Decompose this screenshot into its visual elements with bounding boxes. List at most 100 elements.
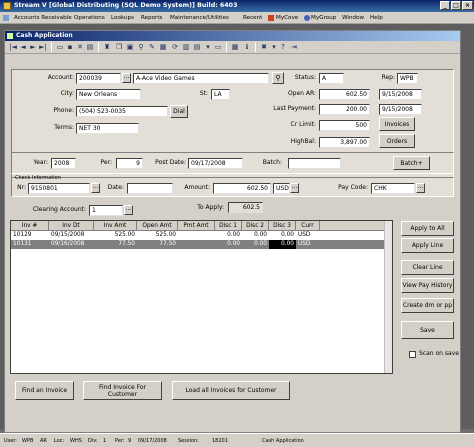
check-date-field[interactable] [127,183,173,194]
menu-operations[interactable]: Operations [74,12,105,24]
help-icon[interactable]: ? [279,43,287,51]
column-header-inv-date[interactable]: Inv Dt [49,221,94,231]
create-dm-pp-button[interactable]: Create dm or pp [401,298,454,313]
find-icon[interactable]: ♜ [103,43,111,51]
pay-code-lookup-button[interactable]: ... [416,183,425,193]
inv-number-cell[interactable]: 10131 [11,240,49,249]
menu-maintenance-utilities[interactable]: Maintenance/Utilities [170,12,229,24]
menu-mygroup[interactable]: MyGroup [311,12,336,24]
paste-icon[interactable]: ▣ [126,43,134,51]
menu-window[interactable]: Window [342,12,364,24]
table-row[interactable]: 10129 09/15/2008 525.00 525.00 0.00 0.00… [11,231,392,240]
pmt-amt-cell[interactable] [178,231,215,240]
grid-scrollbar[interactable] [384,221,392,373]
column-header-disc3[interactable]: Disc 3 [269,221,296,231]
post-date-field[interactable]: 09/17/2008 [188,158,243,169]
search-icon[interactable]: ⚲ [137,43,145,51]
menu-lookups[interactable]: Lookups [111,12,134,24]
tools-icon[interactable]: ✖ [260,43,268,51]
apply-to-all-button[interactable]: Apply to All [401,221,454,236]
first-record-icon[interactable]: |◄ [9,43,17,51]
apply-line-button[interactable]: Apply Line [401,238,454,253]
check-nr-field[interactable]: 9150801 [28,183,90,194]
refresh-icon[interactable]: ⟳ [171,43,179,51]
pmt-amt-cell[interactable] [178,240,215,249]
column-header-disc2[interactable]: Disc 2 [242,221,269,231]
disc2-cell[interactable]: 0.00 [242,240,269,249]
copy-icon[interactable]: ❐ [115,43,123,51]
disc3-cell-selected[interactable]: 0.00 [269,240,296,249]
open-amt-cell[interactable]: 77.50 [137,240,178,249]
currency-field[interactable]: USD [273,183,290,194]
batch-plus-button[interactable]: Batch+ [393,156,430,170]
disc2-cell[interactable]: 0.00 [242,231,269,240]
currency-cell[interactable]: USD [296,231,320,240]
status-field[interactable]: A [319,73,344,84]
menu-mycove[interactable]: MyCove [276,12,298,24]
terms-field[interactable]: NET 30 [76,123,139,134]
menu-reports[interactable]: Reports [141,12,162,24]
exit-icon[interactable]: ⇥ [290,43,298,51]
customer-name-field[interactable]: A-Ace Video Games [133,73,269,84]
notes-icon[interactable]: ▭ [214,43,222,51]
clearing-account-lookup-button[interactable]: ... [124,205,133,215]
account-lookup-button[interactable]: ... [122,73,131,83]
dropdown-icon[interactable]: ▾ [204,43,212,51]
phone-field[interactable]: (504) 523-0035 [76,106,168,117]
column-header-disc1[interactable]: Disc 1 [215,221,242,231]
inv-date-cell[interactable]: 09/15/2008 [49,231,94,240]
next-record-icon[interactable]: ► [29,43,37,51]
amount-field[interactable]: 602.50 [213,183,271,194]
minimize-button[interactable]: _ [440,1,450,10]
find-invoice-button[interactable]: Find an Invoice [15,381,74,400]
column-header-inv-number[interactable]: Inv # [11,221,49,231]
pay-code-field[interactable]: CHK [371,183,415,194]
menu-recent[interactable]: Recent [243,12,262,24]
clear-line-button[interactable]: Clear Line [401,260,454,275]
batch-field[interactable] [288,158,341,169]
disc3-cell[interactable]: 0.00 [269,231,296,240]
table-row-selected[interactable]: 10131 09/16/2008 77.50 77.50 0.00 0.00 0… [11,240,392,249]
column-header-open-amt[interactable]: Open Amt [137,221,178,231]
inv-number-cell[interactable]: 10129 [11,231,49,240]
dial-button[interactable]: Dial [170,105,188,118]
invoices-button[interactable]: Invoices [379,117,415,131]
invoice-grid[interactable]: Inv # Inv Dt Inv Amt Open Amt Pmt Amt Di… [10,220,393,374]
view-pay-history-button[interactable]: View Pay History [401,278,454,293]
edit-icon[interactable]: ✎ [148,43,156,51]
disc1-cell[interactable]: 0.00 [215,240,242,249]
currency-lookup-button[interactable]: ... [290,183,299,193]
inv-amt-cell[interactable]: 525.00 [94,231,137,240]
period-field[interactable]: 9 [116,158,143,169]
save-button[interactable]: Save [401,321,454,339]
layout-icon[interactable]: ▤ [193,43,201,51]
column-header-currency[interactable]: Curr [296,221,320,231]
new-icon[interactable]: ▭ [56,43,64,51]
inv-date-cell[interactable]: 09/16/2008 [49,240,94,249]
delete-icon[interactable]: ✕ [76,43,84,51]
calendar-icon[interactable]: ▦ [231,43,239,51]
disc1-cell[interactable]: 0.00 [215,231,242,240]
menu-help[interactable]: Help [370,12,383,24]
scan-on-save-checkbox[interactable] [409,351,416,358]
clearing-account-field[interactable]: 1 [89,205,123,216]
tools-dropdown-icon[interactable]: ▾ [270,43,278,51]
currency-cell[interactable]: USD [296,240,320,249]
grid-icon[interactable]: ▥ [182,43,190,51]
menu-accounts-receivable[interactable]: Accounts Receivable [14,12,72,24]
account-field[interactable]: 200039 [76,73,121,84]
load-all-invoices-button[interactable]: Load all Invoices for Customer [172,381,290,400]
rep-field[interactable]: WPB [397,73,418,84]
open-amt-cell[interactable]: 525.00 [137,231,178,240]
last-record-icon[interactable]: ►| [39,43,47,51]
inv-amt-cell[interactable]: 77.50 [94,240,137,249]
year-field[interactable]: 2008 [51,158,76,169]
find-invoice-for-customer-button[interactable]: Find Invoice For Customer [83,381,162,400]
orders-button[interactable]: Orders [379,134,415,148]
check-nr-lookup-button[interactable]: ... [91,183,100,193]
rename-icon[interactable]: ℹ [243,43,251,51]
close-button[interactable]: × [462,1,473,10]
state-field[interactable]: LA [211,89,230,100]
prev-record-icon[interactable]: ◄ [19,43,27,51]
print-icon[interactable]: ▤ [86,43,94,51]
